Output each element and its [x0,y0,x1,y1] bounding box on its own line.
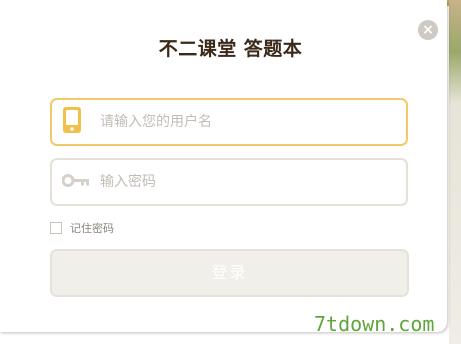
login-button[interactable]: 登录 [50,249,409,297]
password-input[interactable] [100,168,390,196]
watermark: 7tdown.com [314,312,435,336]
phone-icon [62,107,82,137]
password-field[interactable] [50,158,408,206]
key-icon [61,173,90,192]
remember-password[interactable]: 记住密码 [50,220,114,236]
dialog-title: 不二课堂 答题本 [158,38,303,60]
username-field[interactable] [50,98,408,146]
username-input[interactable] [100,108,390,136]
remember-label: 记住密码 [70,222,114,235]
login-dialog: × 不二课堂 答题本 记住密码 登录 [0,0,447,332]
remember-checkbox[interactable] [50,222,62,234]
